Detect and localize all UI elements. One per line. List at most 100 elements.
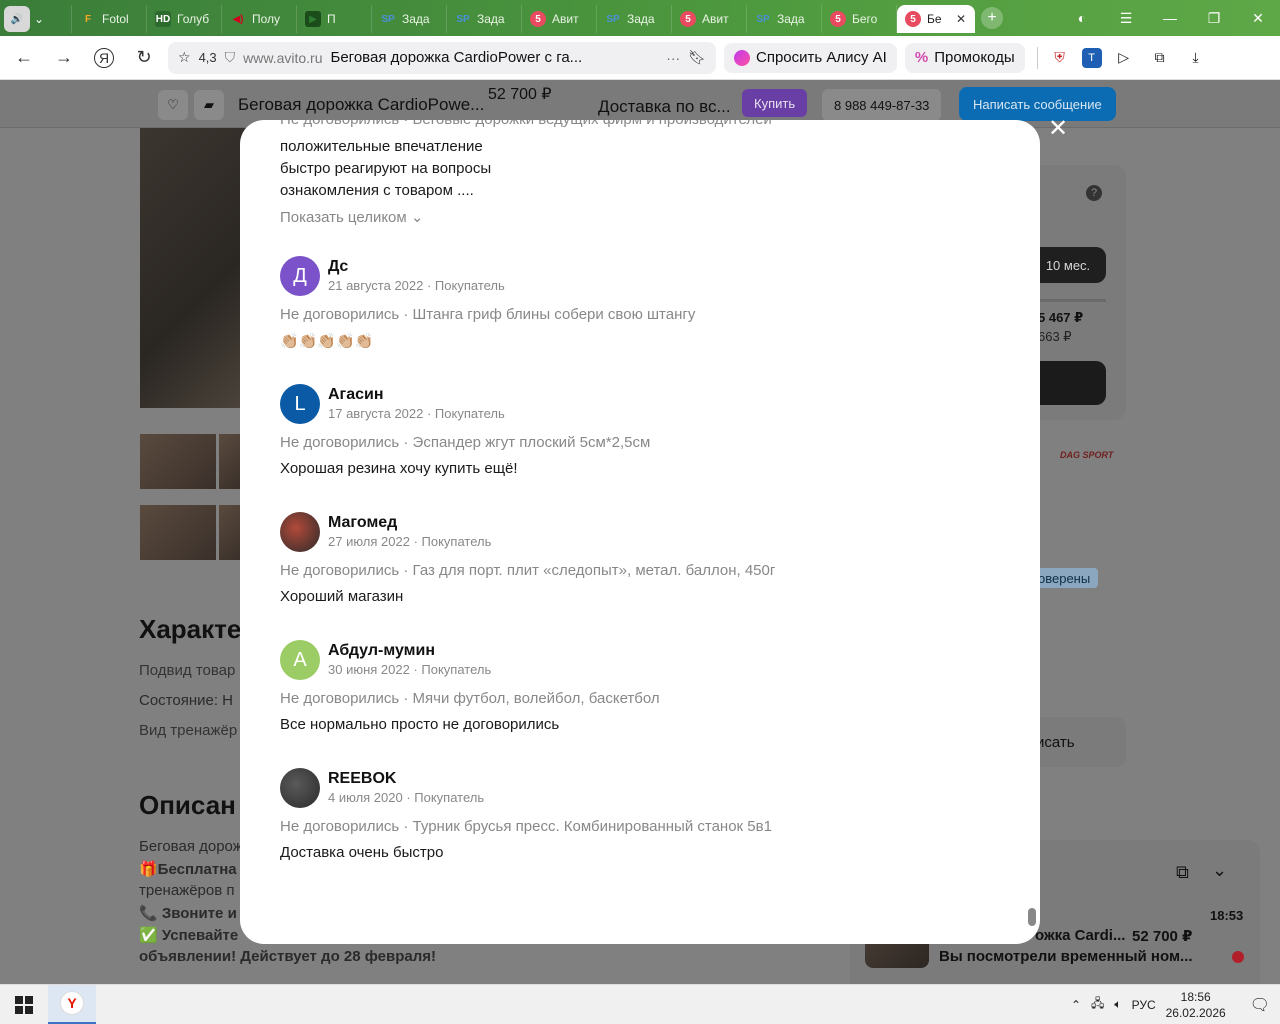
- windows-taskbar: Y ⌃ 🖧︎ 🔈︎ РУС 18:56 26.02.2026 🗨︎: [0, 984, 1280, 1024]
- help-icon[interactable]: ?: [1086, 185, 1102, 201]
- tray-chevron-up-icon[interactable]: ⌃: [1071, 998, 1081, 1012]
- browser-tab[interactable]: ◀) Полу: [222, 5, 297, 33]
- forward-button[interactable]: →: [48, 42, 80, 74]
- browser-tab[interactable]: SP Зада: [747, 5, 822, 33]
- audio-icon[interactable]: 🔊: [4, 6, 30, 32]
- close-window-button[interactable]: ✕: [1236, 10, 1280, 27]
- installment-progress: [1030, 299, 1106, 302]
- reviewer-name[interactable]: Абдул-мумин: [328, 642, 435, 660]
- new-tab-button[interactable]: +: [981, 7, 1003, 29]
- reviewer-avatar[interactable]: Д: [280, 256, 320, 296]
- yandex-icon[interactable]: Я: [94, 47, 114, 68]
- windows-start-button[interactable]: [0, 985, 48, 1024]
- description-line: тренажёров п: [139, 882, 235, 899]
- buy-button[interactable]: Купить: [742, 89, 808, 117]
- listing-thumbnail[interactable]: [140, 505, 216, 560]
- description-last-line: объявлении! Действует до 28 февраля!: [139, 948, 436, 965]
- bookmark-icon[interactable]: 🔖︎: [688, 49, 706, 66]
- volume-icon[interactable]: 🔈︎: [1114, 997, 1121, 1012]
- browser-tab[interactable]: SP Зада: [447, 5, 522, 33]
- listing-thumbnail[interactable]: [219, 505, 240, 560]
- browser-tab[interactable]: 5 Авит: [672, 5, 747, 33]
- chevron-down-icon[interactable]: ⌄: [34, 12, 44, 26]
- tab-label: Бего: [852, 12, 878, 26]
- more-icon[interactable]: ···: [666, 50, 680, 66]
- tab-favicon-icon: F: [84, 13, 92, 25]
- download-icon[interactable]: ⤓: [1182, 44, 1210, 72]
- review-text: Доставка очень быстро: [280, 844, 444, 861]
- minimize-button[interactable]: —: [1148, 10, 1192, 26]
- review-item: А Абдул-мумин 30 июня 2022 · Покупатель Не …: [280, 640, 1000, 760]
- browser-menu-group[interactable]: 🔊 ⌄: [0, 5, 72, 33]
- extension-puzzle-icon[interactable]: ⧉: [1146, 44, 1174, 72]
- reload-button[interactable]: ↻: [128, 42, 160, 74]
- installment-10-months[interactable]: 10 мес.: [1030, 247, 1106, 283]
- reviewer-name[interactable]: REEBOK: [328, 770, 396, 788]
- description-line: 🎁Бесплатна: [139, 861, 237, 878]
- window-controls: ◐ ☰ — ❐ ✕: [1060, 0, 1280, 36]
- yandex-browser-taskbar-icon[interactable]: Y: [48, 984, 96, 1024]
- installment-action-button[interactable]: [1030, 361, 1106, 405]
- network-icon[interactable]: 🖧︎: [1091, 994, 1104, 1015]
- browser-tab[interactable]: SP Зада: [597, 5, 672, 33]
- description-last-text: объявлении! Действует до 28 февраля!: [139, 948, 437, 965]
- listing-delivery: Доставка по вс...: [598, 97, 731, 116]
- seller-brand-logo[interactable]: DAG SPORT: [1060, 450, 1113, 460]
- browser-tab[interactable]: 5 Бе ✕: [897, 5, 975, 33]
- browser-tab[interactable]: SP Зада: [372, 5, 447, 33]
- browser-tab[interactable]: ▶ П: [297, 5, 372, 33]
- extension-shield-icon[interactable]: ⛨: [1046, 44, 1074, 72]
- close-modal-icon[interactable]: ✕: [1046, 117, 1070, 142]
- chat-item-title[interactable]: ожка Cardi...: [1035, 927, 1125, 944]
- chat-last-message: Вы посмотрели временный ном...: [939, 948, 1193, 965]
- notifications-icon[interactable]: 🗨︎: [1250, 995, 1270, 1015]
- tab-favicon-icon: HD: [155, 11, 171, 27]
- phone-button[interactable]: 8 988 449-87-33: [822, 89, 942, 121]
- restore-button[interactable]: ❐: [1192, 10, 1236, 27]
- extension-play-icon[interactable]: ▷: [1110, 44, 1138, 72]
- verified-badge: оверены: [1030, 568, 1099, 588]
- tab-favicon-icon: SP: [381, 13, 395, 25]
- reviewer-avatar[interactable]: [280, 768, 320, 808]
- write-message-button[interactable]: Написать сообщение: [959, 87, 1116, 121]
- characteristic-line: Состояние: Н: [139, 692, 234, 709]
- extension-translate-icon[interactable]: T: [1081, 47, 1102, 68]
- close-tab-icon[interactable]: ✕: [956, 12, 966, 26]
- tab-favicon-icon: SP: [606, 13, 620, 25]
- reviewer-name[interactable]: Магомед: [328, 514, 397, 532]
- modal-scrollbar[interactable]: [1028, 908, 1036, 926]
- listing-thumbnail[interactable]: [219, 434, 240, 489]
- chat-item-price: 52 700 ₽: [1132, 928, 1193, 945]
- reviewer-avatar[interactable]: [280, 512, 320, 552]
- write-seller-button[interactable]: исать: [1030, 717, 1126, 767]
- url-field[interactable]: ☆ 4,3 ⛉ www.avito.ru Беговая дорожка Car…: [168, 41, 716, 74]
- review-deal-line: Не договорились · Беговые дорожки ведущи…: [280, 120, 772, 128]
- promo-button[interactable]: % Промокоды: [904, 42, 1025, 73]
- listing-thumbnail[interactable]: [140, 434, 216, 489]
- favorite-heart-icon[interactable]: ♡: [158, 90, 188, 120]
- profile-icon[interactable]: ◐: [1060, 10, 1104, 26]
- browser-tab[interactable]: 5 Авит: [522, 5, 597, 33]
- listing-main-photo[interactable]: [140, 128, 250, 408]
- review-text: 👏🏼👏🏼👏🏼👏🏼👏🏼: [280, 333, 374, 350]
- open-external-icon[interactable]: ⧉: [1176, 862, 1189, 883]
- browser-tab[interactable]: HD Голуб: [147, 5, 222, 33]
- browser-tab[interactable]: F Fotol: [72, 5, 147, 33]
- note-icon[interactable]: ▰: [194, 90, 224, 120]
- browser-tab[interactable]: 5 Бего: [822, 5, 897, 33]
- chevron-down-icon[interactable]: ⌄: [1212, 860, 1227, 881]
- description-heading: Описан: [139, 790, 236, 820]
- clock[interactable]: 18:56 26.02.2026: [1166, 989, 1226, 1021]
- back-button[interactable]: ←: [8, 42, 40, 74]
- alice-button[interactable]: Спросить Алису AI: [724, 42, 897, 73]
- reviewer-name[interactable]: Дс: [328, 258, 348, 276]
- windows-logo-icon: [15, 995, 33, 1014]
- reviewer-name[interactable]: Агасин: [328, 386, 384, 404]
- chat-time: 18:53: [1210, 908, 1244, 923]
- menu-icon[interactable]: ☰: [1104, 10, 1148, 27]
- input-language[interactable]: РУС: [1132, 998, 1156, 1012]
- reviewer-avatar[interactable]: А: [280, 640, 320, 680]
- show-full-review-link[interactable]: Показать целиком ⌄: [280, 208, 423, 226]
- reviewer-avatar[interactable]: L: [280, 384, 320, 424]
- tab-label: Бе: [927, 12, 942, 26]
